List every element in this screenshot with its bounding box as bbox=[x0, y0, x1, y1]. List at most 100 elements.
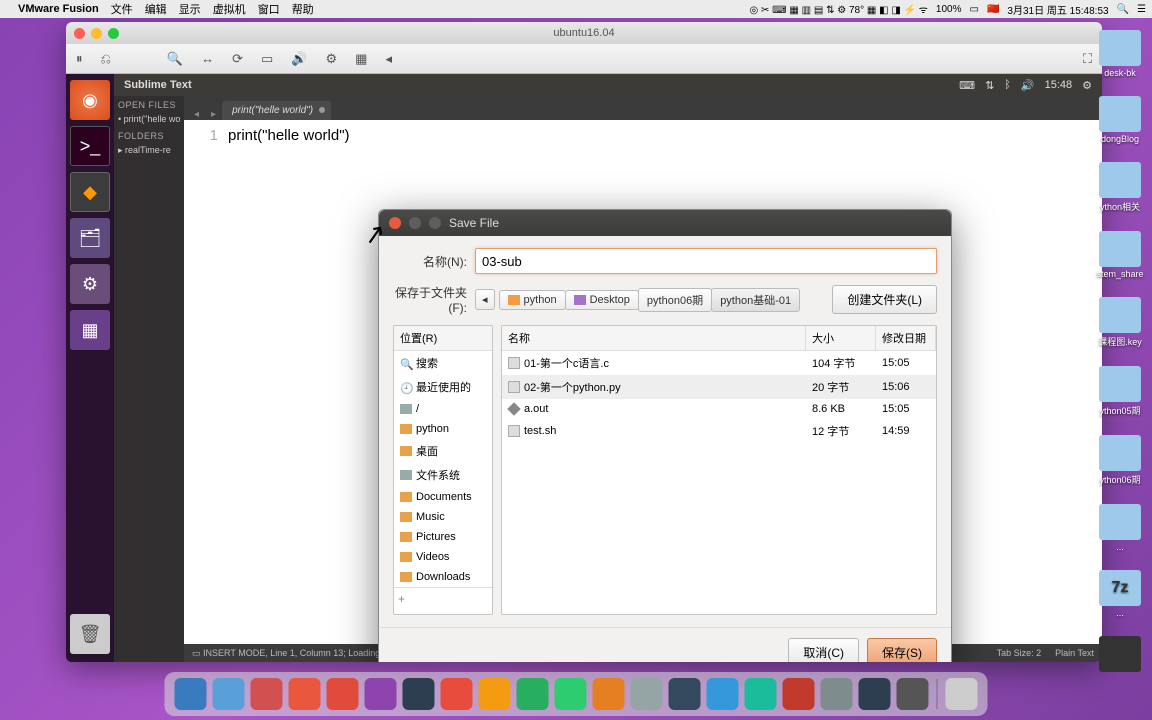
dock-app-icon[interactable] bbox=[669, 678, 701, 710]
tab-nav-right-icon[interactable]: ▸ bbox=[205, 109, 222, 120]
network-icon[interactable]: ⇅ bbox=[985, 79, 994, 92]
cancel-button[interactable]: 取消(C) bbox=[788, 638, 859, 662]
file-row[interactable]: 01-第一个c语言.c104 字节15:05 bbox=[502, 351, 936, 375]
dock-app-icon[interactable] bbox=[251, 678, 283, 710]
vm-tool-icon[interactable]: 🔍 bbox=[167, 51, 183, 67]
desktop-folder[interactable]: ... bbox=[1094, 504, 1146, 552]
vm-tool-icon[interactable]: ◂ bbox=[385, 51, 392, 67]
dock-app-icon[interactable] bbox=[783, 678, 815, 710]
bluetooth-icon[interactable]: ᛒ bbox=[1004, 79, 1011, 92]
input-icon[interactable]: 🇨🇳 bbox=[987, 4, 999, 15]
code-editor[interactable]: 1print("helle world") bbox=[184, 120, 1102, 150]
places-item[interactable]: / bbox=[394, 399, 492, 419]
window-maximize-icon[interactable] bbox=[108, 28, 119, 39]
file-row[interactable]: 02-第一个python.py20 字节15:06 bbox=[502, 375, 936, 399]
dock-app-icon[interactable] bbox=[555, 678, 587, 710]
status-tabsize[interactable]: Tab Size: 2 bbox=[997, 648, 1042, 658]
launcher-trash-icon[interactable]: 🗑 bbox=[70, 614, 110, 654]
places-item[interactable]: 桌面 bbox=[394, 439, 492, 463]
places-item[interactable]: python bbox=[394, 419, 492, 439]
filename-input[interactable] bbox=[475, 248, 937, 274]
file-row[interactable]: test.sh12 字节14:59 bbox=[502, 419, 936, 443]
sidebar-open-file[interactable]: • print("helle wo bbox=[118, 113, 180, 125]
dock-app-icon[interactable] bbox=[859, 678, 891, 710]
dock-app-icon[interactable] bbox=[631, 678, 663, 710]
desktop-folder[interactable]: ython06期 bbox=[1094, 435, 1146, 486]
dialog-close-icon[interactable] bbox=[389, 217, 401, 229]
places-item[interactable]: 🕘最近使用的 bbox=[394, 375, 492, 399]
menu-window[interactable]: 窗口 bbox=[258, 1, 280, 17]
dock-app-icon[interactable] bbox=[897, 678, 929, 710]
dialog-min-icon[interactable] bbox=[409, 217, 421, 229]
breadcrumb-item[interactable]: python06期 bbox=[638, 288, 712, 312]
places-item[interactable]: Pictures bbox=[394, 527, 492, 547]
desktop-file[interactable] bbox=[1094, 636, 1146, 674]
col-date[interactable]: 修改日期 bbox=[876, 326, 936, 350]
menu-view[interactable]: 显示 bbox=[179, 1, 201, 17]
places-item[interactable]: 文件系统 bbox=[394, 463, 492, 487]
col-name[interactable]: 名称 bbox=[502, 326, 806, 350]
create-folder-button[interactable]: 创建文件夹(L) bbox=[832, 285, 937, 314]
dock-app-icon[interactable] bbox=[365, 678, 397, 710]
dock-app-icon[interactable] bbox=[289, 678, 321, 710]
editor-tab[interactable]: print("helle world") bbox=[222, 101, 331, 120]
places-add-button[interactable]: + bbox=[394, 587, 492, 610]
vm-snapshot-icon[interactable]: ⎌ bbox=[101, 51, 111, 67]
spotlight-icon[interactable]: 🔍 bbox=[1117, 4, 1129, 15]
launcher-dash-icon[interactable]: ◉ bbox=[70, 80, 110, 120]
gear-icon[interactable]: ⚙ bbox=[1082, 79, 1092, 92]
vm-tool-icon[interactable]: ⟳ bbox=[232, 51, 243, 67]
desktop-folder[interactable]: ython相关 bbox=[1094, 162, 1146, 213]
dock-app-icon[interactable] bbox=[707, 678, 739, 710]
vm-pause-icon[interactable]: ⏸ bbox=[76, 51, 83, 67]
vm-tool-icon[interactable]: ⚙ bbox=[325, 51, 337, 67]
window-minimize-icon[interactable] bbox=[91, 28, 102, 39]
vm-tool-icon[interactable]: 🔊 bbox=[291, 51, 307, 67]
dock-app-icon[interactable] bbox=[593, 678, 625, 710]
dock-app-icon[interactable] bbox=[175, 678, 207, 710]
breadcrumb-item[interactable]: Desktop bbox=[565, 290, 639, 310]
dock-app-icon[interactable] bbox=[745, 678, 777, 710]
app-name[interactable]: VMware Fusion bbox=[18, 3, 99, 15]
menu-file[interactable]: 文件 bbox=[111, 1, 133, 17]
breadcrumb-item[interactable]: python bbox=[499, 290, 566, 310]
dock-trash-icon[interactable] bbox=[946, 678, 978, 710]
col-size[interactable]: 大小 bbox=[806, 326, 876, 350]
desktop-folder[interactable]: desk-bk bbox=[1094, 30, 1146, 78]
launcher-terminal-icon[interactable]: >_ bbox=[70, 126, 110, 166]
window-close-icon[interactable] bbox=[74, 28, 85, 39]
places-item[interactable]: Documents bbox=[394, 487, 492, 507]
menu-help[interactable]: 帮助 bbox=[292, 1, 314, 17]
notification-icon[interactable]: ☰ bbox=[1137, 4, 1146, 15]
volume-icon[interactable]: 🔊 bbox=[1021, 79, 1035, 92]
dock-app-icon[interactable] bbox=[403, 678, 435, 710]
file-row[interactable]: a.out8.6 KB15:05 bbox=[502, 399, 936, 419]
vm-fullscreen-icon[interactable]: ⛶ bbox=[1083, 51, 1092, 67]
desktop-file[interactable]: 课程图.key bbox=[1094, 297, 1146, 348]
dock-app-icon[interactable] bbox=[441, 678, 473, 710]
vm-tool-icon[interactable]: ▦ bbox=[355, 51, 367, 67]
dock-app-icon[interactable] bbox=[517, 678, 549, 710]
vm-tool-icon[interactable]: ↔ bbox=[201, 51, 214, 66]
menu-vm[interactable]: 虚拟机 bbox=[213, 1, 246, 17]
menu-edit[interactable]: 编辑 bbox=[145, 1, 167, 17]
dock-app-icon[interactable] bbox=[327, 678, 359, 710]
dock-app-icon[interactable] bbox=[213, 678, 245, 710]
breadcrumb-item-current[interactable]: python基础-01 bbox=[711, 288, 800, 312]
tab-nav-left-icon[interactable]: ◂ bbox=[188, 109, 205, 120]
places-item[interactable]: Music bbox=[394, 507, 492, 527]
save-button[interactable]: 保存(S) bbox=[867, 638, 937, 662]
places-item[interactable]: Videos bbox=[394, 547, 492, 567]
clock[interactable]: 3月31日 周五 15:48:53 bbox=[1007, 2, 1108, 17]
desktop-folder[interactable]: stem_share bbox=[1094, 231, 1146, 279]
launcher-app-icon[interactable]: ▦ bbox=[70, 310, 110, 350]
sidebar-folder[interactable]: ▸ realTime-re bbox=[118, 144, 180, 157]
dialog-max-icon[interactable] bbox=[429, 217, 441, 229]
launcher-sublime-icon[interactable]: ◆ bbox=[70, 172, 110, 212]
places-item[interactable]: Downloads bbox=[394, 567, 492, 587]
clock[interactable]: 15:48 bbox=[1045, 79, 1073, 92]
dock-app-icon[interactable] bbox=[821, 678, 853, 710]
keyboard-icon[interactable]: ⌨ bbox=[959, 79, 975, 92]
places-item[interactable]: 🔍搜索 bbox=[394, 351, 492, 375]
desktop-file[interactable]: 7z... bbox=[1094, 570, 1146, 618]
